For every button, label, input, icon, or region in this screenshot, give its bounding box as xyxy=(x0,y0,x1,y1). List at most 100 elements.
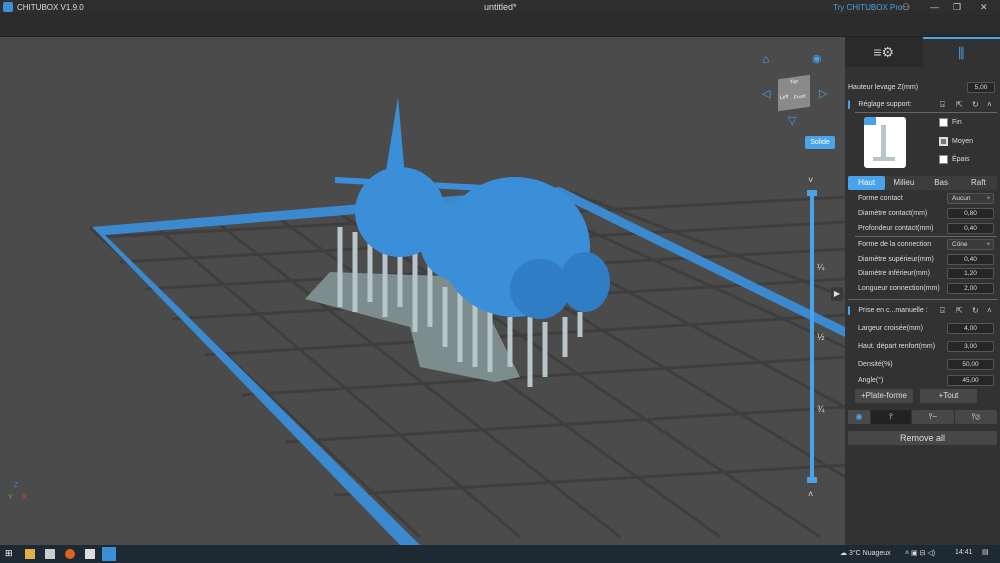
support-settings-title: Réglage support: xyxy=(858,101,912,108)
tab-supports[interactable]: ⫼ xyxy=(922,37,1000,67)
support-panel: ≡⚙ ⫼ Hauteur levage Z(mm) 5,00 ▍ Réglage s… xyxy=(845,37,1000,545)
notifications-icon[interactable]: ▤ xyxy=(982,548,989,556)
add-platform-button[interactable]: +Plate-forme xyxy=(855,389,913,403)
app-logo-icon xyxy=(3,2,13,12)
rotate-left-icon[interactable]: ◁ xyxy=(762,87,770,100)
field-label: Angle(°) xyxy=(858,377,884,384)
remove-all-button[interactable]: Remove all xyxy=(848,431,997,445)
remove-support-icon[interactable]: ⫯− xyxy=(912,410,954,424)
show-supports-icon[interactable]: ◉ xyxy=(848,410,870,424)
rotate-down-icon[interactable]: ▽ xyxy=(788,114,796,127)
layer-slider[interactable] xyxy=(810,192,814,482)
field-label: Diamètre contact(mm) xyxy=(858,210,928,217)
support-icon: ▍ xyxy=(848,101,854,109)
add-support-icon[interactable]: ⫯ xyxy=(871,410,911,424)
lift-height-input[interactable]: 5,00 xyxy=(967,82,995,93)
collapse-icon[interactable]: ˄ xyxy=(987,306,992,315)
settings-icon: ≡⚙ xyxy=(873,43,895,60)
manual-support-icon: ▍ xyxy=(848,307,854,315)
reset-icon[interactable]: ↻ xyxy=(972,306,979,315)
start-icon[interactable]: ⊞ xyxy=(5,548,15,558)
contact-shape-select[interactable]: Aucun xyxy=(947,193,994,204)
view-mode-button[interactable]: Solide xyxy=(805,136,835,149)
option-epais[interactable]: Épais xyxy=(939,155,970,164)
3d-viewport[interactable]: ⌂ ◉ ◁ ▷ ▽ Top Left Front Solide ˅ ¼ ½ ¾ … xyxy=(0,37,845,545)
density-input[interactable]: 50,00 xyxy=(947,359,994,370)
home-view-icon[interactable]: ⌂ xyxy=(762,52,769,66)
mail-icon[interactable] xyxy=(85,549,95,559)
lower-diameter-input[interactable]: 1,20 xyxy=(947,268,994,279)
brace-start-input[interactable]: 3,00 xyxy=(947,341,994,352)
tab-raft[interactable]: Raft xyxy=(960,176,997,190)
field-label: Profondeur contact(mm) xyxy=(858,225,934,232)
cube-top[interactable]: Top xyxy=(790,78,798,85)
slider-tick: ¼ xyxy=(817,262,825,272)
reset-icon[interactable]: ↻ xyxy=(972,100,979,109)
slider-down-icon[interactable]: ˄ xyxy=(808,489,813,499)
field-label: Haut. départ renfort(mm) xyxy=(858,343,936,350)
chitubox-taskbar-icon[interactable] xyxy=(102,547,116,561)
weather-widget[interactable]: ☁ 3°C Nuageux xyxy=(840,549,891,557)
support-preview-image xyxy=(864,117,906,168)
firefox-icon[interactable] xyxy=(65,549,75,559)
maximize-button[interactable]: ❐ xyxy=(953,2,961,13)
panel-collapse-button[interactable]: ▶ xyxy=(831,287,843,301)
cloud-icon: ☁ xyxy=(840,550,847,557)
app-title: CHITUBOX V1.9.0 xyxy=(17,2,84,12)
option-moyen[interactable]: Moyen xyxy=(939,137,973,146)
close-button[interactable]: ✕ xyxy=(980,2,988,13)
clock[interactable]: 14:41 xyxy=(955,549,973,556)
cube-left[interactable]: Left xyxy=(780,94,788,101)
manual-title: Prise en c...manuelle : xyxy=(858,307,928,314)
connection-length-input[interactable]: 2,00 xyxy=(947,283,994,294)
view-cube[interactable]: Top Left Front xyxy=(778,74,810,112)
tray-icons[interactable]: ˄ ▣ ⊟ ◁) xyxy=(905,549,935,557)
import-icon[interactable]: ⍈ xyxy=(940,100,945,110)
angle-input[interactable]: 45,00 xyxy=(947,375,994,386)
cube-front[interactable]: Front xyxy=(794,93,806,101)
eye-view-icon[interactable]: ◉ xyxy=(812,52,822,65)
tab-settings[interactable]: ≡⚙ xyxy=(845,37,923,67)
supports-icon: ⫼ xyxy=(958,44,965,61)
collapse-icon[interactable]: ˄ xyxy=(987,100,992,109)
field-label: Largeur croisée(mm) xyxy=(858,325,923,332)
checkbox xyxy=(939,155,948,164)
store-icon[interactable] xyxy=(45,549,55,559)
contact-diameter-input[interactable]: 0,80 xyxy=(947,208,994,219)
slider-tick: ¾ xyxy=(817,404,825,414)
try-pro-link[interactable]: Try CHITUBOX Pro xyxy=(833,3,902,12)
windows-taskbar: ⊞ ☁ 3°C Nuageux ˄ ▣ ⊟ ◁) 14:41 ▤ xyxy=(0,545,1000,563)
tab-haut[interactable]: Haut xyxy=(848,176,886,190)
user-icon[interactable]: ⚇ xyxy=(902,2,910,13)
field-label: Diamètre supérieur(mm) xyxy=(858,256,934,263)
build-plate-scene xyxy=(88,97,845,545)
checkbox xyxy=(939,118,948,127)
slider-tick: ½ xyxy=(817,332,825,342)
checkbox-checked xyxy=(939,137,948,146)
document-title: untitled* xyxy=(484,2,517,12)
cross-width-input[interactable]: 4,00 xyxy=(947,323,994,334)
field-label: Forme de la connection xyxy=(858,241,932,248)
connection-shape-select[interactable]: Cône xyxy=(947,239,994,250)
contact-depth-input[interactable]: 0,40 xyxy=(947,223,994,234)
tab-bas[interactable]: Bas xyxy=(923,176,960,190)
slider-bottom-handle[interactable] xyxy=(807,477,817,483)
field-label: Forme contact xyxy=(858,195,903,202)
import-icon[interactable]: ⍈ xyxy=(940,306,945,316)
edit-support-icon[interactable]: ⫯⊘ xyxy=(955,410,997,424)
export-icon[interactable]: ⇱ xyxy=(956,100,963,109)
add-all-button[interactable]: +Tout xyxy=(920,389,977,403)
toolbar xyxy=(0,14,1000,37)
lift-height-label: Hauteur levage Z(mm) xyxy=(848,84,919,91)
option-fin[interactable]: Fin xyxy=(939,118,962,127)
field-label: Longueur connection(mm) xyxy=(858,285,940,292)
slider-top-handle[interactable] xyxy=(807,190,817,196)
upper-diameter-input[interactable]: 0,40 xyxy=(947,254,994,265)
slider-up-icon[interactable]: ˅ xyxy=(808,175,813,185)
explorer-icon[interactable] xyxy=(25,549,35,559)
export-icon[interactable]: ⇱ xyxy=(956,306,963,315)
title-bar: CHITUBOX V1.9.0 untitled* Try CHITUBOX P… xyxy=(0,0,1000,14)
minimize-button[interactable]: — xyxy=(930,2,939,12)
rotate-right-icon[interactable]: ▷ xyxy=(819,87,827,100)
tab-milieu[interactable]: Milieu xyxy=(885,176,922,190)
